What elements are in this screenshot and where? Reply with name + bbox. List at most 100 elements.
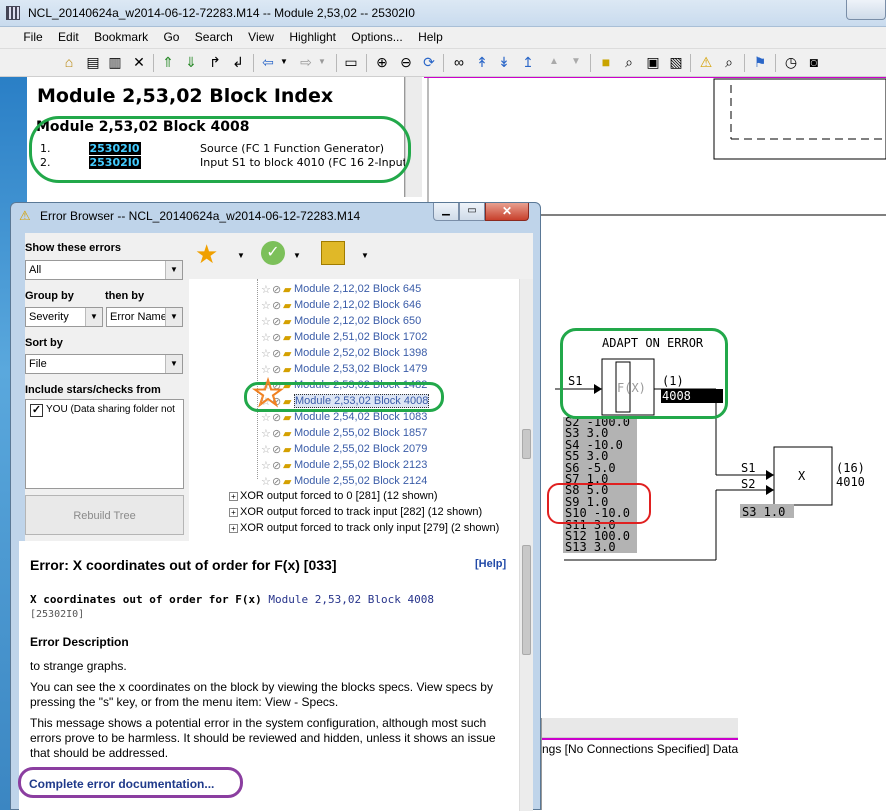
check-icon[interactable]: ⊘: [272, 347, 282, 360]
tree-group[interactable]: + XOR output forced to track only input […: [229, 522, 499, 534]
menu-edit[interactable]: Edit: [52, 27, 85, 44]
forward-arrow-icon[interactable]: ⇨: [298, 54, 314, 70]
check-icon[interactable]: ⊘: [272, 459, 282, 472]
show-select[interactable]: All ▼: [25, 260, 183, 280]
then-select[interactable]: Error Name ▼: [106, 307, 183, 327]
close-icon[interactable]: ✕: [131, 54, 147, 70]
menu-options[interactable]: Options...: [345, 27, 408, 44]
tree-item[interactable]: ☆⊘ ▰ Module 2,53,02 Block 1479: [261, 363, 427, 376]
home-icon[interactable]: ⌂: [61, 54, 77, 70]
star-icon[interactable]: ☆: [261, 475, 271, 488]
star-icon[interactable]: ☆: [261, 347, 271, 360]
image-icon[interactable]: ▧: [668, 54, 684, 70]
check-icon[interactable]: ⊘: [272, 443, 282, 456]
star-icon[interactable]: ☆: [261, 443, 271, 456]
tree-item[interactable]: ☆⊘ ▰ Module 2,12,02 Block 650: [261, 315, 421, 328]
up-icon[interactable]: ⇑: [160, 54, 176, 70]
image-icon[interactable]: ▣: [645, 54, 661, 70]
note-icon[interactable]: ■: [598, 54, 614, 70]
chevron-down-icon[interactable]: ▼: [165, 308, 182, 326]
block-link[interactable]: Module 2,53,02 Block 4008: [268, 593, 434, 606]
check-icon[interactable]: ⊘: [272, 283, 282, 296]
chevron-down-icon[interactable]: ▼: [276, 54, 292, 70]
back-arrow-icon[interactable]: ⇦: [260, 54, 276, 70]
star-icon[interactable]: ☆: [261, 459, 271, 472]
up-icon[interactable]: ▲: [546, 54, 562, 70]
chevron-down-icon[interactable]: ▼: [85, 308, 102, 326]
star-icon[interactable]: ☆: [261, 427, 271, 440]
up-icon[interactable]: ↟: [474, 54, 490, 70]
chevron-down-icon[interactable]: ▼: [314, 54, 330, 70]
tree-item[interactable]: ☆⊘ ▰ Module 2,12,02 Block 645: [261, 283, 421, 296]
down-icon[interactable]: ⇓: [183, 54, 199, 70]
star-icon[interactable]: ☆: [261, 315, 271, 328]
tree-item[interactable]: ☆⊘ ▰ Module 2,55,02 Block 2123: [261, 459, 427, 472]
zoom-in-icon[interactable]: ⊕: [374, 54, 390, 70]
expand-icon[interactable]: +: [229, 508, 238, 517]
expand-icon[interactable]: +: [229, 492, 238, 501]
page-icon[interactable]: ▤: [85, 54, 101, 70]
menu-go[interactable]: Go: [157, 27, 185, 44]
sort-select[interactable]: File ▼: [25, 354, 183, 374]
refresh-icon[interactable]: ⟳: [421, 54, 437, 70]
maximize-button[interactable]: ▭: [459, 203, 485, 221]
tree-item[interactable]: ☆⊘ ▰ Module 2,55,02 Block 2124: [261, 475, 427, 488]
chevron-down-icon[interactable]: ▼: [293, 251, 301, 260]
menu-search[interactable]: Search: [189, 27, 239, 44]
help-link[interactable]: [Help]: [475, 558, 506, 570]
tree-item[interactable]: ☆⊘ ▰ Module 2,54,02 Block 1083: [261, 411, 427, 424]
menu-file[interactable]: File: [17, 27, 48, 44]
minimize-button[interactable]: ▁: [433, 203, 459, 221]
menu-bookmark[interactable]: Bookmark: [88, 27, 154, 44]
star-icon[interactable]: ☆: [261, 283, 271, 296]
expand-icon[interactable]: +: [229, 524, 238, 533]
search-icon[interactable]: ⌕: [721, 54, 737, 70]
scroll-thumb[interactable]: [522, 429, 531, 459]
clock-icon[interactable]: ◷: [783, 54, 799, 70]
check-icon[interactable]: ✓: [261, 241, 285, 265]
tree-item[interactable]: ☆⊘ ▰ Module 2,55,02 Block 1857: [261, 427, 427, 440]
package-icon[interactable]: [321, 241, 345, 265]
flag-icon[interactable]: ⚑: [752, 54, 768, 70]
chevron-down-icon[interactable]: ▼: [237, 251, 245, 260]
close-button[interactable]: ✕: [485, 203, 529, 221]
star-icon[interactable]: ☆: [261, 363, 271, 376]
block-id[interactable]: 4010: [836, 475, 865, 489]
branch-icon[interactable]: ↲: [230, 54, 246, 70]
binoculars-icon[interactable]: ∞: [451, 54, 467, 70]
chevron-down-icon[interactable]: ▼: [165, 355, 182, 373]
check-icon[interactable]: ⊘: [272, 331, 282, 344]
rebuild-tree-button[interactable]: Rebuild Tree: [25, 495, 184, 535]
check-icon[interactable]: ⊘: [272, 427, 282, 440]
check-icon[interactable]: ⊘: [272, 315, 282, 328]
checkbox[interactable]: ✓: [30, 404, 43, 417]
menu-view[interactable]: View: [242, 27, 280, 44]
tree-group[interactable]: + XOR output forced to 0 [281] (12 shown): [229, 490, 438, 502]
tree-item[interactable]: ☆⊘ ▰ Module 2,52,02 Block 1398: [261, 347, 427, 360]
check-icon[interactable]: ⊘: [272, 363, 282, 376]
warning-icon[interactable]: ⚠: [698, 54, 714, 70]
menu-highlight[interactable]: Highlight: [283, 27, 342, 44]
scroll-thumb[interactable]: [522, 545, 531, 655]
tree-scrollbar[interactable]: [519, 279, 533, 541]
tree-item[interactable]: ☆⊘ ▰ Module 2,12,02 Block 646: [261, 299, 421, 312]
tree-item[interactable]: ☆⊘ ▰ Module 2,51,02 Block 1702: [261, 331, 427, 344]
search-icon[interactable]: ⌕: [621, 54, 637, 70]
tree-group[interactable]: + XOR output forced to track input [282] …: [229, 506, 482, 518]
group-select[interactable]: Severity ▼: [25, 307, 103, 327]
camera-icon[interactable]: ◙: [806, 54, 822, 70]
page-icon[interactable]: ▥: [107, 54, 123, 70]
check-icon[interactable]: ⊘: [272, 475, 282, 488]
up-icon[interactable]: ↥: [520, 54, 536, 70]
star-icon[interactable]: ☆: [261, 331, 271, 344]
minimize-button[interactable]: [846, 0, 886, 20]
chevron-down-icon[interactable]: ▼: [361, 251, 369, 260]
star-icon[interactable]: ☆: [261, 299, 271, 312]
zoom-out-icon[interactable]: ⊖: [398, 54, 414, 70]
down-icon[interactable]: ↡: [496, 54, 512, 70]
down-icon[interactable]: ▼: [568, 54, 584, 70]
check-icon[interactable]: ⊘: [272, 299, 282, 312]
star-icon[interactable]: ★: [195, 239, 218, 270]
branch-icon[interactable]: ↱: [207, 54, 223, 70]
detail-scrollbar[interactable]: [519, 541, 533, 811]
